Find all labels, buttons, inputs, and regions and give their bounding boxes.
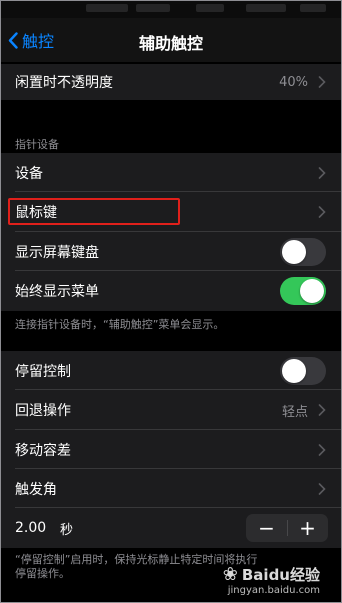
dwell-timer-row: 2.00 秒 − + bbox=[0, 508, 342, 548]
watermark-brand: Baidu经验 bbox=[241, 566, 320, 584]
fallback-action-row[interactable]: 回退操作 轻点 bbox=[0, 390, 342, 430]
decrement-button[interactable]: − bbox=[246, 514, 287, 542]
opacity-row[interactable]: 闲置时不透明度 40% bbox=[0, 64, 342, 100]
onscreen-keyboard-label: 显示屏幕键盘 bbox=[15, 244, 99, 261]
chevron-right-icon bbox=[318, 482, 326, 495]
opacity-value: 40% bbox=[279, 74, 308, 90]
toggle-knob bbox=[282, 239, 306, 264]
chevron-right-icon bbox=[318, 404, 326, 416]
always-show-menu-toggle[interactable] bbox=[280, 277, 326, 305]
chevron-right-icon bbox=[318, 206, 326, 218]
nav-bar: 触控 辅助触控 bbox=[0, 18, 342, 62]
section-header-pointer: 指针设备 bbox=[15, 138, 59, 151]
dwell-timer-value: 2.00 bbox=[15, 520, 47, 536]
highlight-box bbox=[8, 198, 180, 225]
movement-tolerance-label: 移动容差 bbox=[15, 442, 71, 459]
devices-label: 设备 bbox=[15, 165, 43, 182]
movement-tolerance-row[interactable]: 移动容差 bbox=[0, 430, 342, 469]
dwell-timer-stepper: − + bbox=[246, 514, 328, 542]
always-show-menu-row: 始终显示菜单 bbox=[0, 271, 342, 311]
watermark: ❀ Baidu经验 jingyan.baidu.com bbox=[222, 564, 320, 596]
toggle-knob bbox=[300, 279, 324, 303]
watermark-url: jingyan.baidu.com bbox=[227, 585, 320, 596]
opacity-label: 闲置时不透明度 bbox=[15, 75, 113, 91]
status-bar bbox=[0, 0, 342, 18]
chevron-right-icon bbox=[318, 443, 326, 456]
page-title: 辅助触控 bbox=[138, 34, 203, 53]
chevron-right-icon bbox=[318, 76, 326, 88]
dwell-timer-unit: 秒 bbox=[60, 522, 74, 538]
chevron-right-icon bbox=[318, 166, 326, 179]
devices-row[interactable]: 设备 bbox=[0, 153, 342, 192]
dwell-control-toggle[interactable] bbox=[280, 356, 326, 385]
baidu-paw-icon: ❀ bbox=[222, 564, 238, 585]
fallback-action-value: 轻点 bbox=[281, 404, 308, 420]
dwell-control-row: 停留控制 bbox=[0, 351, 342, 390]
dwell-control-label: 停留控制 bbox=[15, 363, 71, 380]
onscreen-keyboard-row: 显示屏幕键盘 bbox=[0, 232, 342, 271]
always-show-menu-label: 始终显示菜单 bbox=[15, 284, 99, 300]
pointer-footer: 连接指针设备时，“辅助触控”菜单会显示。 bbox=[15, 318, 225, 331]
increment-button[interactable]: + bbox=[287, 514, 328, 542]
hot-corners-row[interactable]: 触发角 bbox=[0, 469, 342, 508]
fallback-action-label: 回退操作 bbox=[15, 403, 71, 419]
hot-corners-label: 触发角 bbox=[15, 481, 57, 498]
toggle-knob bbox=[282, 358, 306, 383]
onscreen-keyboard-toggle[interactable] bbox=[280, 237, 326, 266]
